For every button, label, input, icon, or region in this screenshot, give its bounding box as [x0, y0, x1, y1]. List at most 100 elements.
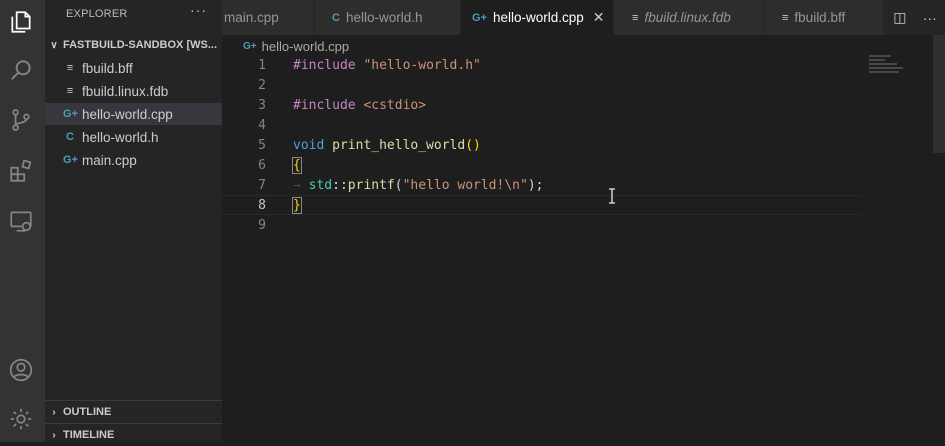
line-number: 3: [258, 97, 266, 113]
paren-semicolon: );: [527, 177, 544, 193]
file-item-main-cpp[interactable]: G+ main.cpp: [45, 149, 222, 171]
text-file-icon: ≡: [782, 11, 789, 24]
line-number: 4: [258, 117, 266, 133]
timeline-label: TIMELINE: [63, 429, 115, 441]
cpp-file-icon: G+: [63, 154, 78, 166]
code-line: 5 void print_hello_world(): [222, 135, 862, 155]
preprocessor-directive: #include: [293, 97, 356, 113]
breadcrumb-file[interactable]: hello-world.cpp: [262, 39, 349, 54]
outline-label: OUTLINE: [63, 406, 112, 418]
namespace: std: [308, 177, 333, 193]
tab-label: fbuild.linux.fdb: [644, 10, 731, 25]
explorer-more-actions-icon[interactable]: ···: [190, 2, 207, 18]
paren: (): [465, 137, 481, 153]
file-item-fbuild-bff[interactable]: ≡ fbuild.bff: [45, 57, 222, 79]
activity-bar: [0, 0, 45, 442]
file-item-hello-world-h[interactable]: C hello-world.h: [45, 126, 222, 148]
folder-name: FASTBUILD-SANDBOX [WS...: [63, 39, 217, 51]
scope-operator: ::: [332, 177, 348, 193]
tab-hello-world-h[interactable]: C hello-world.h: [315, 0, 461, 35]
file-name: fbuild.linux.fdb: [82, 83, 169, 99]
close-brace: }: [292, 196, 302, 214]
paren: (: [394, 177, 403, 193]
extensions-icon[interactable]: [7, 157, 35, 185]
settings-gear-icon[interactable]: [7, 405, 35, 433]
editor-actions: ◫ ···: [885, 0, 945, 35]
outline-section-header[interactable]: › OUTLINE: [45, 401, 222, 423]
ibeam-pointer-icon: [609, 188, 615, 204]
text-file-icon: ≡: [66, 85, 74, 97]
breadcrumb[interactable]: G+ hello-world.cpp: [243, 36, 349, 56]
code-line: 3 #include <cstdio>: [222, 95, 862, 115]
preprocessor-directive: #include: [293, 57, 356, 73]
source-control-icon[interactable]: [7, 106, 35, 134]
code-text: #include "hello-world.h": [293, 58, 481, 73]
file-name: hello-world.cpp: [82, 106, 173, 122]
tab-label: fbuild.bff: [794, 10, 846, 25]
tab-hello-world-cpp[interactable]: G+ hello-world.cpp ✕: [461, 0, 614, 35]
c-header-file-icon: C: [66, 131, 74, 143]
editor-tab-bar: main.cpp C hello-world.h G+ hello-world.…: [222, 0, 945, 35]
code-text: }: [292, 196, 302, 214]
code-text: → std::printf("hello world!\n");: [293, 178, 543, 193]
cpp-file-icon: G+: [243, 40, 257, 52]
text-file-icon: ≡: [632, 11, 639, 24]
text-file-icon: ≡: [66, 62, 74, 74]
line-number: 2: [258, 77, 266, 93]
tab-fbuild-linux-fdb[interactable]: ≡ fbuild.linux.fdb: [614, 0, 764, 35]
line-number: 1: [258, 57, 266, 73]
split-editor-icon[interactable]: ◫: [893, 9, 906, 26]
code-line: 9: [222, 215, 862, 235]
line-number: 7: [258, 177, 266, 193]
file-item-hello-world-cpp[interactable]: G+ hello-world.cpp: [45, 103, 222, 125]
line-number: 5: [258, 137, 266, 153]
chevron-right-icon: ›: [52, 429, 56, 441]
remote-explorer-icon[interactable]: [7, 207, 35, 235]
explorer-icon[interactable]: [7, 8, 35, 36]
explorer-title: EXPLORER: [66, 8, 128, 20]
code-text: void print_hello_world(): [293, 138, 481, 153]
folder-header[interactable]: ∨ FASTBUILD-SANDBOX [WS...: [45, 34, 222, 56]
file-item-fbuild-linux-fdb[interactable]: ≡ fbuild.linux.fdb: [45, 80, 222, 102]
file-name: hello-world.h: [82, 129, 159, 145]
account-icon[interactable]: [7, 356, 35, 384]
code-text: #include <cstdio>: [293, 98, 426, 113]
code-line: 6 {: [222, 155, 862, 175]
code-line: 1 #include "hello-world.h": [222, 55, 862, 75]
text-cursor: [300, 197, 302, 213]
line-number: 9: [258, 217, 266, 233]
string-literal: "hello world!\n": [402, 177, 528, 193]
code-text: {: [292, 156, 302, 174]
open-brace: {: [292, 156, 302, 174]
code-editor[interactable]: 1 #include "hello-world.h" 2 3 #include …: [222, 55, 945, 442]
cpp-file-icon: G+: [63, 108, 78, 120]
code-line: 4: [222, 115, 862, 135]
explorer-sidebar: EXPLORER ··· ∨ FASTBUILD-SANDBOX [WS... …: [45, 0, 222, 442]
code-line: 7 → std::printf("hello world!\n");: [222, 175, 862, 195]
code-line-current: 8 }: [222, 195, 862, 215]
tab-label: hello-world.cpp: [492, 10, 584, 25]
search-icon[interactable]: [7, 56, 35, 84]
line-number: 6: [258, 157, 266, 173]
tab-label: hello-world.h: [345, 10, 423, 25]
timeline-section-header[interactable]: › TIMELINE: [45, 424, 222, 446]
function-name: print_hello_world: [332, 137, 466, 153]
line-number: 8: [258, 197, 266, 213]
close-icon[interactable]: ✕: [593, 9, 605, 26]
include-header: <cstdio>: [363, 97, 427, 113]
cpp-file-icon: G+: [472, 11, 487, 24]
code-line: 2: [222, 75, 862, 95]
c-header-file-icon: C: [332, 11, 340, 24]
tab-label: main.cpp: [224, 10, 279, 25]
tab-main-cpp[interactable]: main.cpp: [222, 0, 315, 35]
function-call: printf: [347, 177, 395, 193]
include-path: "hello-world.h": [363, 57, 481, 73]
minimap[interactable]: [869, 55, 919, 85]
tab-fbuild-bff[interactable]: ≡ fbuild.bff: [764, 0, 884, 35]
chevron-right-icon: ›: [52, 406, 56, 418]
file-name: fbuild.bff: [82, 60, 133, 76]
file-name: main.cpp: [82, 152, 137, 168]
more-actions-icon[interactable]: ···: [923, 10, 937, 26]
keyword: void: [293, 137, 325, 153]
editor-scrollbar[interactable]: [933, 35, 945, 153]
